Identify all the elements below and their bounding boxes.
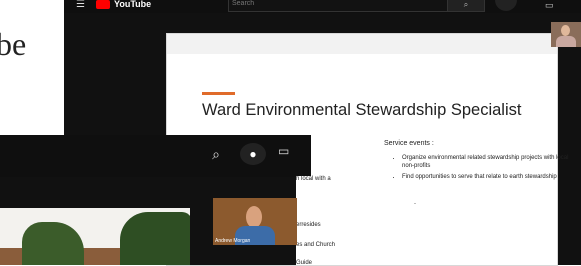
side-line: es and Church [296,242,336,248]
slide-accent-line [202,92,235,95]
side-line: erresides [296,222,321,228]
list-item: Organize environmental related stewardsh… [402,154,572,170]
presenter-shirt [556,36,576,47]
slide-title: Ward Environmental Stewardship Specialis… [202,101,522,119]
youtube-logo-text[interactable]: YouTube [114,0,151,9]
front-search-icon[interactable]: ⌕ [200,141,232,167]
landscape-photo [0,208,190,265]
presenter-thumbnail [551,22,581,47]
list-item: Find opportunities to serve that relate … [402,173,572,181]
webcam-name: Andrew Morgan [215,238,251,244]
service-events-heading: Service events : [384,140,434,147]
hamburger-menu-icon[interactable]: ☰ [76,0,85,10]
background-page-text: be [0,26,27,62]
front-slide-snippet: h local with a erresides es and Church G… [296,176,356,266]
search-button[interactable]: ⌕ [447,0,485,12]
search-placeholder: Search [232,0,255,7]
front-cast-icon[interactable]: ▭ [278,144,289,158]
webcam-face [246,206,262,228]
side-line: Guide [296,260,313,266]
search-icon: ⌕ [463,0,469,9]
search-input[interactable] [228,0,448,12]
photo-tree [120,212,190,265]
slide-header-band [167,34,557,54]
webcam-tile: Andrew Morgan [213,198,297,245]
service-events-list: Organize environmental related stewardsh… [390,154,572,184]
side-line: h local with a [296,176,331,182]
youtube-logo-icon[interactable] [96,0,110,9]
presenter-face [561,25,570,36]
cast-icon[interactable]: ▭ [545,0,554,11]
front-mic-icon[interactable]: ● [240,143,266,165]
slide-dash: - [414,201,416,207]
